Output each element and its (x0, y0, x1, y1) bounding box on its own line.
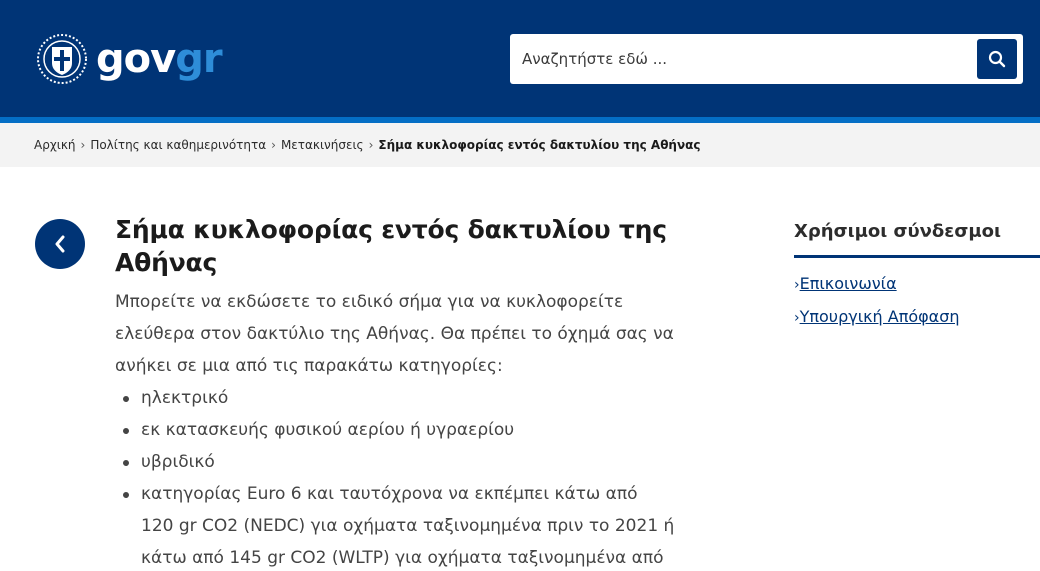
main-content: Σήμα κυκλοφορίας εντός δακτυλίου της Αθή… (115, 213, 675, 571)
sidebar-links: ›Επικοινωνία ›Υπουργική Απόφαση (794, 268, 1040, 334)
sidebar-divider (794, 255, 1040, 258)
chevron-right-icon: › (271, 138, 276, 152)
search-button[interactable] (977, 39, 1017, 79)
logo-text-gov: gov (96, 36, 176, 82)
logo-wordmark: govgr (96, 36, 223, 82)
sidebar-link-item: ›Επικοινωνία (794, 268, 1040, 301)
sidebar-title: Χρήσιμοι σύνδεσμοι (794, 221, 1001, 242)
breadcrumb-bar: Αρχική › Πολίτης και καθημερινότητα › Με… (0, 123, 1040, 167)
chevron-right-icon: › (368, 138, 374, 152)
search-input[interactable] (510, 34, 970, 84)
breadcrumb-citizen[interactable]: Πολίτης και καθημερινότητα (90, 138, 266, 152)
greek-emblem-icon (37, 34, 87, 84)
search-box (510, 34, 1023, 84)
breadcrumb: Αρχική › Πολίτης και καθημερινότητα › Με… (34, 138, 701, 152)
breadcrumb-transport[interactable]: Μετακινήσεις (281, 138, 364, 152)
chevron-left-icon (55, 235, 65, 253)
ministerial-decision-link[interactable]: Υπουργική Απόφαση (800, 307, 960, 326)
back-button[interactable] (35, 219, 85, 269)
govgr-logo[interactable]: govgr (36, 33, 223, 85)
chevron-right-icon: › (80, 138, 86, 152)
breadcrumb-home[interactable]: Αρχική (34, 138, 76, 152)
category-list: ηλεκτρικό εκ κατασκευής φυσικού αερίου ή… (115, 382, 675, 571)
sidebar-link-item: ›Υπουργική Απόφαση (794, 301, 1040, 334)
breadcrumb-current: Σήμα κυκλοφορίας εντός δακτυλίου της Αθή… (378, 138, 701, 152)
useful-links-sidebar: Χρήσιμοι σύνδεσμοι ›Επικοινωνία ›Υπουργι… (794, 218, 1040, 334)
list-item: ηλεκτρικό (115, 382, 675, 414)
page-title: Σήμα κυκλοφορίας εντός δακτυλίου της Αθή… (115, 215, 667, 277)
intro-text: Μπορείτε να εκδώσετε το ειδικό σήμα για … (115, 292, 674, 376)
list-item: υβριδικό (115, 446, 675, 478)
search-icon (988, 50, 1006, 68)
contact-link[interactable]: Επικοινωνία (800, 274, 897, 293)
list-item: εκ κατασκευής φυσικού αερίου ή υγραερίου (115, 414, 675, 446)
list-item: κατηγορίας Euro 6 και ταυτόχρονα να εκπέ… (115, 478, 675, 571)
site-header: govgr (0, 0, 1040, 117)
logo-text-gr: gr (175, 36, 222, 82)
